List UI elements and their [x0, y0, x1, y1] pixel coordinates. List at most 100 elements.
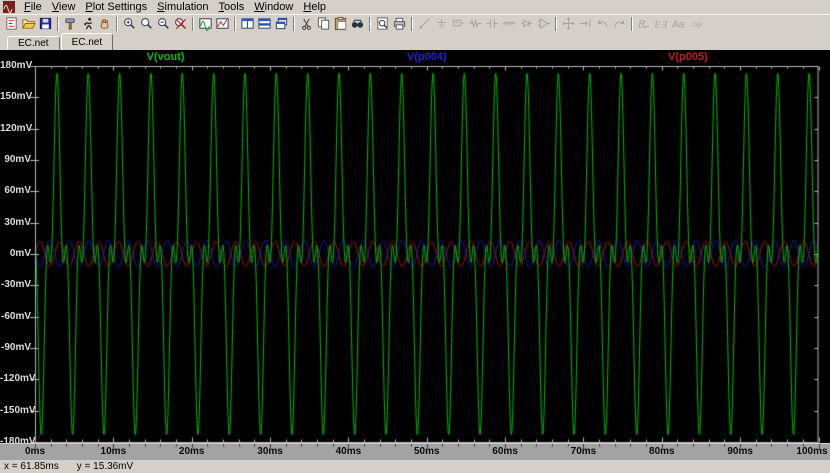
svg-text:.op: .op [688, 21, 702, 29]
autorange-y-icon [198, 16, 213, 31]
save-button[interactable] [37, 16, 54, 32]
zoom-in-button[interactable] [121, 16, 138, 32]
waveform-plot-pane: V(vout)V(p004)V(p005) 180mV150mV120mV90m… [0, 50, 830, 443]
tab-ec-net-2[interactable]: EC.net [61, 33, 114, 50]
x-tick-label: 100ms [796, 446, 827, 457]
status-bar: x = 61.85ms y = 15.36mV [0, 459, 830, 473]
plot-settings-button[interactable] [214, 16, 231, 32]
run-button[interactable] [79, 16, 96, 32]
cut-button[interactable] [298, 16, 315, 32]
capacitor-icon [485, 16, 500, 31]
x-tick-label: 90ms [727, 446, 753, 457]
menu-file[interactable]: File [19, 1, 47, 14]
waveform-canvas[interactable] [0, 50, 830, 443]
zoom-back-button[interactable] [138, 16, 155, 32]
x-tick-label: 80ms [649, 446, 675, 457]
redo-icon [612, 16, 627, 31]
new-schematic-button[interactable] [3, 16, 20, 32]
spice-directive-button: .op [687, 16, 704, 32]
plot-settings-icon [215, 16, 230, 31]
cursor-y-readout: y = 15.36mV [77, 461, 133, 472]
print-button[interactable] [391, 16, 408, 32]
toolbar-separator [116, 17, 118, 31]
tile-horizontal-button[interactable] [256, 16, 273, 32]
copy-button[interactable] [315, 16, 332, 32]
y-tick-label: 180mV [0, 60, 31, 72]
print-preview-icon [375, 16, 390, 31]
zoom-in-icon [122, 16, 137, 31]
find-button[interactable] [349, 16, 366, 32]
svg-text:Aa: Aa [672, 19, 685, 30]
toolbar-separator [555, 17, 557, 31]
menu-tools[interactable]: Tools [214, 1, 250, 14]
autorange-y-button[interactable] [197, 16, 214, 32]
trace-label-v-p005-[interactable]: V(p005) [668, 51, 708, 63]
drag-button [577, 16, 594, 32]
x-tick-label: 10ms [101, 446, 127, 457]
x-tick-label: 50ms [414, 446, 440, 457]
rotate-button: E [636, 16, 653, 32]
y-tick-label: -60mV [0, 311, 31, 323]
control-panel-icon [63, 16, 78, 31]
toolbar-separator [411, 17, 413, 31]
y-tick-label: 0mV [0, 248, 31, 260]
paste-button[interactable] [332, 16, 349, 32]
x-tick-label: 30ms [257, 446, 283, 457]
x-tick-label: 0ms [25, 446, 45, 457]
menu-window[interactable]: Window [249, 1, 298, 14]
y-tick-label: 30mV [0, 217, 31, 229]
zoom-full-extents-button[interactable] [172, 16, 189, 32]
component-button [535, 16, 552, 32]
svg-text:E: E [654, 20, 660, 30]
y-tick-label: -30mV [0, 279, 31, 291]
text-icon: Aa [671, 16, 686, 31]
spice-directive-icon: .op [688, 16, 703, 31]
print-icon [392, 16, 407, 31]
y-tick-label: 60mV [0, 185, 31, 197]
menu-view[interactable]: View [47, 1, 81, 14]
halt-button[interactable] [96, 16, 113, 32]
drag-icon [578, 16, 593, 31]
toolbar: EEƎAa.op [0, 14, 830, 32]
x-tick-label: 20ms [179, 446, 205, 457]
tab-ec-net-1[interactable]: EC.net [7, 36, 60, 50]
open-icon [21, 16, 36, 31]
x-tick-label: 60ms [492, 446, 518, 457]
label-net-icon [451, 16, 466, 31]
tile-horizontal-icon [257, 16, 272, 31]
cursor-x-readout: x = 61.85ms [4, 461, 59, 472]
inductor-icon [502, 16, 517, 31]
paste-icon [333, 16, 348, 31]
time-axis-strip[interactable]: 0ms10ms20ms30ms40ms50ms60ms70ms80ms90ms1… [0, 443, 830, 459]
ground-button [433, 16, 450, 32]
ground-icon [434, 16, 449, 31]
cascade-icon [274, 16, 289, 31]
y-tick-label: 150mV [0, 91, 31, 103]
mirror-button: EƎ [653, 16, 670, 32]
cascade-button[interactable] [273, 16, 290, 32]
app-icon [3, 1, 15, 13]
menu-help[interactable]: Help [298, 1, 331, 14]
tile-vertical-icon [240, 16, 255, 31]
resistor-button [467, 16, 484, 32]
undo-icon [595, 16, 610, 31]
menu-plot-settings[interactable]: Plot Settings [80, 1, 152, 14]
toolbar-separator [293, 17, 295, 31]
undo-button [594, 16, 611, 32]
save-icon [38, 16, 53, 31]
y-tick-label: 90mV [0, 154, 31, 166]
toolbar-separator [57, 17, 59, 31]
open-button[interactable] [20, 16, 37, 32]
print-preview-button[interactable] [374, 16, 391, 32]
control-panel-button[interactable] [62, 16, 79, 32]
component-icon [536, 16, 551, 31]
zoom-out-button[interactable] [155, 16, 172, 32]
trace-label-v-vout-[interactable]: V(vout) [147, 51, 185, 63]
toolbar-separator [234, 17, 236, 31]
diode-icon [519, 16, 534, 31]
label-net-button [450, 16, 467, 32]
trace-label-v-p004-[interactable]: V(p004) [407, 51, 447, 63]
menu-simulation[interactable]: Simulation [152, 1, 213, 14]
copy-icon [316, 16, 331, 31]
tile-vertical-button[interactable] [239, 16, 256, 32]
